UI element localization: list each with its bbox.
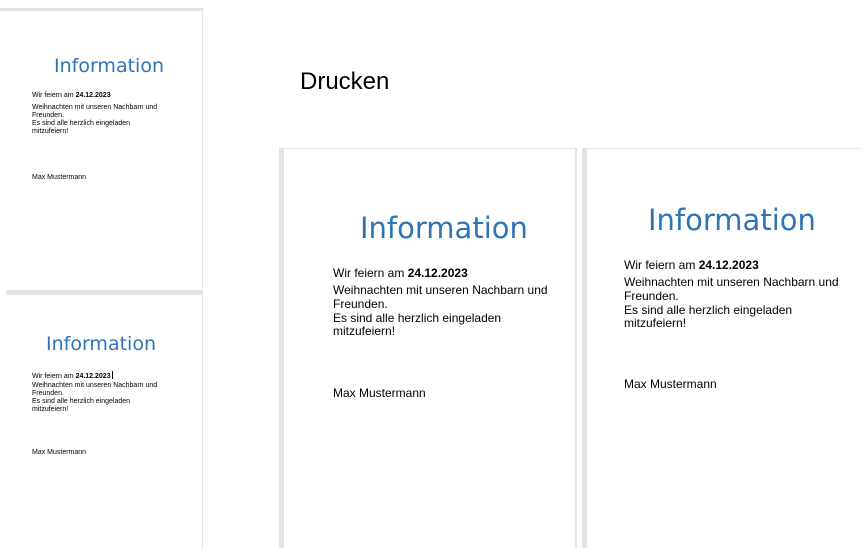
signature: Max Mustermann: [333, 386, 426, 400]
print-preview-page-2: Information Wir feiern am 24.12.2023 Wei…: [582, 148, 861, 548]
page-title: Information: [46, 333, 156, 355]
page-title: Information: [54, 55, 164, 77]
body-paragraph[interactable]: Weihnachten mit unseren Nachbarn und Fre…: [32, 382, 157, 414]
signature: Max Mustermann: [32, 174, 87, 181]
print-preview-page-1: Information Wir feiern am 24.12.2023 Wei…: [279, 148, 577, 548]
document-page-editor[interactable]: Information Wir feiern am 24.12.2023 Wei…: [6, 290, 203, 548]
body-paragraph: Weihnachten mit unseren Nachbarn und Fre…: [624, 275, 839, 331]
body-paragraph: Weihnachten mit unseren Nachbarn und Fre…: [333, 283, 548, 339]
signature: Max Mustermann: [624, 377, 717, 391]
signature[interactable]: Max Mustermann: [32, 449, 86, 456]
date-line: Wir feiern am 24.12.2023: [333, 266, 468, 280]
date-line: Wir feiern am 24.12.2023: [624, 258, 759, 272]
page-title: Information: [648, 203, 816, 237]
text-cursor: [111, 371, 113, 379]
print-heading: Drucken: [300, 68, 390, 95]
date-line[interactable]: Wir feiern am 24.12.2023: [32, 371, 113, 380]
document-page-preview-1: Information Wir feiern am 24.12.2023 Wei…: [0, 8, 203, 288]
page-title: Information: [360, 211, 528, 245]
date-line: Wir feiern am 24.12.2023: [32, 92, 111, 99]
body-paragraph: Weihnachten mit unseren Nachbarn und Fre…: [32, 104, 158, 136]
